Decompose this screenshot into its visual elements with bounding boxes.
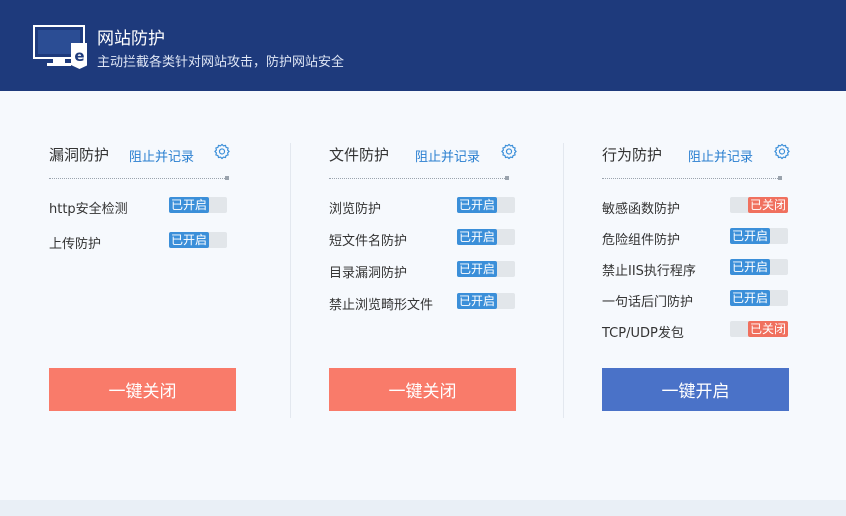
list-item: http安全检测 已开启 — [49, 196, 239, 231]
list-item: 浏览防护 已开启 — [329, 196, 519, 228]
item-label: 禁止IIS执行程序 — [602, 264, 696, 279]
block-and-log-link[interactable]: 阻止并记录 — [129, 146, 194, 165]
list-item: 一句话后门防护 已开启 — [602, 289, 792, 320]
column-header: 漏洞防护 阻止并记录 — [49, 143, 231, 167]
list-item: 危险组件防护 已开启 — [602, 227, 792, 258]
status-toggle[interactable]: 已开启 — [457, 261, 515, 277]
list-item: 目录漏洞防护 已开启 — [329, 260, 519, 292]
status-badge: 已开启 — [730, 228, 771, 244]
status-toggle[interactable]: 已开启 — [730, 259, 788, 275]
item-label: 敏感函数防护 — [602, 202, 681, 217]
block-and-log-link[interactable]: 阻止并记录 — [688, 146, 753, 165]
item-label: 短文件名防护 — [329, 234, 408, 249]
main-panel: 漏洞防护 阻止并记录 http安全检测 已开启 上传防护 已开启 文件防护 阻止… — [0, 91, 846, 500]
column-title: 行为防护 — [602, 146, 663, 164]
monitor-shield-icon: e — [33, 25, 87, 69]
close-all-button[interactable]: 一键关闭 — [49, 368, 236, 411]
status-toggle[interactable]: 已关闭 — [730, 321, 788, 337]
header: e 网站防护 主动拦截各类针对网站攻击，防护网站安全 — [0, 0, 846, 91]
status-badge: 已开启 — [730, 290, 771, 306]
protection-list: 浏览防护 已开启 短文件名防护 已开启 目录漏洞防护 已开启 禁止浏览畸形文件 … — [329, 196, 519, 324]
status-toggle[interactable]: 已开启 — [457, 229, 515, 245]
close-all-button[interactable]: 一键关闭 — [329, 368, 516, 411]
gear-icon[interactable] — [500, 143, 518, 161]
protection-list: http安全检测 已开启 上传防护 已开启 — [49, 196, 239, 266]
monitor-badge: e — [74, 47, 84, 65]
column-header: 文件防护 阻止并记录 — [329, 143, 517, 167]
list-item: 禁止IIS执行程序 已开启 — [602, 258, 792, 289]
status-toggle[interactable]: 已开启 — [730, 228, 788, 244]
gear-icon[interactable] — [773, 143, 791, 161]
status-toggle[interactable]: 已关闭 — [730, 197, 788, 213]
list-item: 禁止浏览畸形文件 已开启 — [329, 292, 519, 324]
status-toggle[interactable]: 已开启 — [730, 290, 788, 306]
item-label: 危险组件防护 — [602, 233, 681, 248]
status-badge: 已开启 — [169, 232, 210, 248]
item-label: 浏览防护 — [329, 202, 382, 217]
item-label: 禁止浏览畸形文件 — [329, 298, 434, 313]
item-label: 目录漏洞防护 — [329, 266, 408, 281]
page-subtitle: 主动拦截各类针对网站攻击，防护网站安全 — [97, 55, 345, 70]
column-title: 漏洞防护 — [49, 146, 110, 164]
dotted-separator — [49, 176, 229, 180]
item-label: 上传防护 — [49, 237, 102, 252]
status-toggle[interactable]: 已开启 — [169, 232, 227, 248]
status-toggle[interactable]: 已开启 — [169, 197, 227, 213]
status-badge: 已开启 — [169, 197, 210, 213]
item-label: http安全检测 — [49, 202, 128, 217]
item-label: 一句话后门防护 — [602, 295, 694, 310]
list-item: 敏感函数防护 已关闭 — [602, 196, 792, 227]
list-item: 短文件名防护 已开启 — [329, 228, 519, 260]
column-divider — [290, 143, 291, 418]
column-divider — [563, 143, 564, 418]
status-badge: 已开启 — [730, 259, 771, 275]
dotted-separator — [329, 176, 509, 180]
list-item: TCP/UDP发包 已关闭 — [602, 320, 792, 351]
gear-icon[interactable] — [213, 143, 231, 161]
page-title: 网站防护 — [97, 29, 165, 49]
status-toggle[interactable]: 已开启 — [457, 197, 515, 213]
status-badge: 已开启 — [457, 197, 498, 213]
column-title: 文件防护 — [329, 146, 390, 164]
dotted-separator — [602, 176, 782, 180]
footer-bar — [0, 500, 846, 516]
protection-list: 敏感函数防护 已关闭 危险组件防护 已开启 禁止IIS执行程序 已开启 一句话后… — [602, 196, 792, 351]
status-badge: 已开启 — [457, 261, 498, 277]
status-badge: 已开启 — [457, 293, 498, 309]
list-item: 上传防护 已开启 — [49, 231, 239, 266]
status-badge: 已开启 — [457, 229, 498, 245]
status-badge: 已关闭 — [747, 197, 788, 213]
status-toggle[interactable]: 已开启 — [457, 293, 515, 309]
column-header: 行为防护 阻止并记录 — [602, 143, 790, 167]
open-all-button[interactable]: 一键开启 — [602, 368, 789, 411]
item-label: TCP/UDP发包 — [602, 326, 684, 341]
status-badge: 已关闭 — [747, 321, 788, 337]
block-and-log-link[interactable]: 阻止并记录 — [415, 146, 480, 165]
